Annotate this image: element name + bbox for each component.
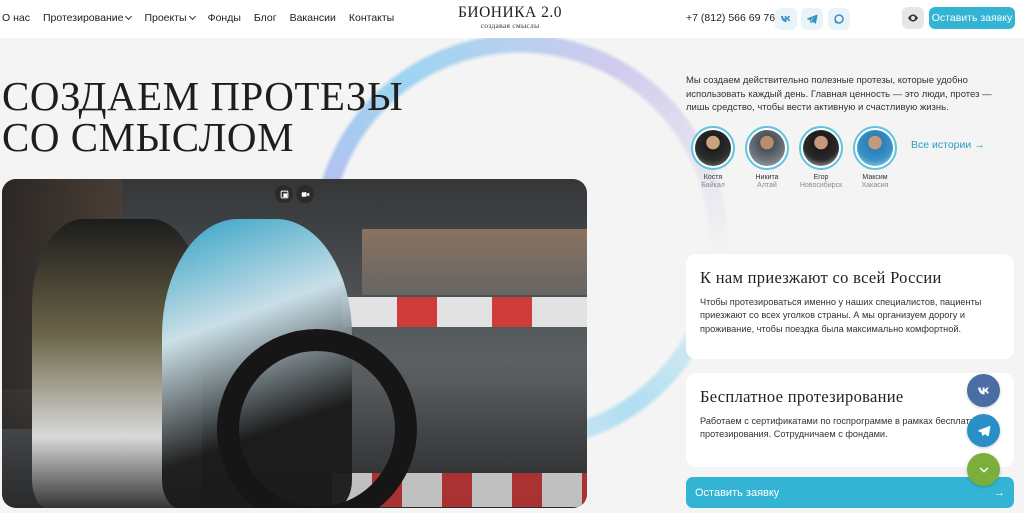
chevron-down-icon (188, 12, 196, 21)
eye-icon[interactable] (902, 7, 924, 29)
site-logo[interactable]: БИОНИКА 2.0 создавая смыслы (458, 4, 562, 30)
wheel-image (217, 329, 417, 508)
avatar (853, 126, 897, 170)
info-card-free: Бесплатное протезирование Работаем с сер… (686, 373, 1014, 467)
story-item[interactable]: Никита Алтай (742, 126, 792, 189)
max-icon[interactable] (828, 8, 850, 30)
logo-subtitle: создавая смыслы (480, 21, 540, 30)
avatar (691, 126, 735, 170)
nav-item-projects[interactable]: Проекты (144, 12, 196, 24)
nav-item-about[interactable]: О нас (2, 12, 30, 24)
nav-item-blog[interactable]: Блог (254, 12, 277, 24)
story-item[interactable]: Максим Хакасия (850, 126, 900, 189)
arrow-right-icon: → (994, 486, 1005, 499)
intro-text: Мы создаем действительно полезные протез… (686, 75, 992, 113)
nav-item-funds[interactable]: Фонды (208, 12, 241, 24)
hero-video[interactable] (2, 179, 587, 508)
story-item[interactable]: Егор Новосибирск (796, 126, 846, 189)
vk-icon[interactable] (967, 374, 1000, 407)
pip-icon[interactable] (275, 185, 293, 203)
submit-request-button[interactable]: Оставить заявку → (686, 477, 1014, 508)
card-title: К нам приезжают со всей России (700, 268, 942, 287)
nav-item-prosthetics[interactable]: Протезирование (43, 12, 133, 24)
avatar (799, 126, 843, 170)
all-stories-link[interactable]: Все истории → (911, 139, 985, 151)
main-nav: О нас Протезирование Проекты Фонды Блог … (2, 12, 394, 24)
telegram-icon[interactable] (967, 414, 1000, 447)
hero-title: СОЗДАЕМ ПРОТЕЗЫ СО СМЫСЛОМ (2, 73, 404, 160)
info-card-russia: К нам приезжают со всей России Чтобы про… (686, 254, 1014, 359)
card-title: Бесплатное протезирование (700, 387, 904, 406)
chevron-down-icon (125, 12, 133, 21)
phone-link[interactable]: +7 (812) 566 69 76 (686, 12, 775, 24)
header-cta-button[interactable]: Оставить заявку (929, 7, 1015, 29)
card-text: Работаем с сертификатами по госпрограмме… (700, 416, 989, 440)
video-icon[interactable] (296, 185, 314, 203)
site-header: О нас Протезирование Проекты Фонды Блог … (0, 0, 1024, 38)
nav-item-contacts[interactable]: Контакты (349, 12, 394, 24)
avatar (745, 126, 789, 170)
logo-title: БИОНИКА 2.0 (458, 4, 562, 21)
telegram-icon[interactable] (801, 8, 823, 30)
nav-item-vacancies[interactable]: Вакансии (290, 12, 336, 24)
chevron-down-icon[interactable] (967, 453, 1000, 486)
card-text: Чтобы протезироваться именно у наших спе… (700, 297, 982, 334)
vk-icon[interactable] (775, 8, 797, 30)
story-item[interactable]: Костя Байкал (688, 126, 738, 189)
